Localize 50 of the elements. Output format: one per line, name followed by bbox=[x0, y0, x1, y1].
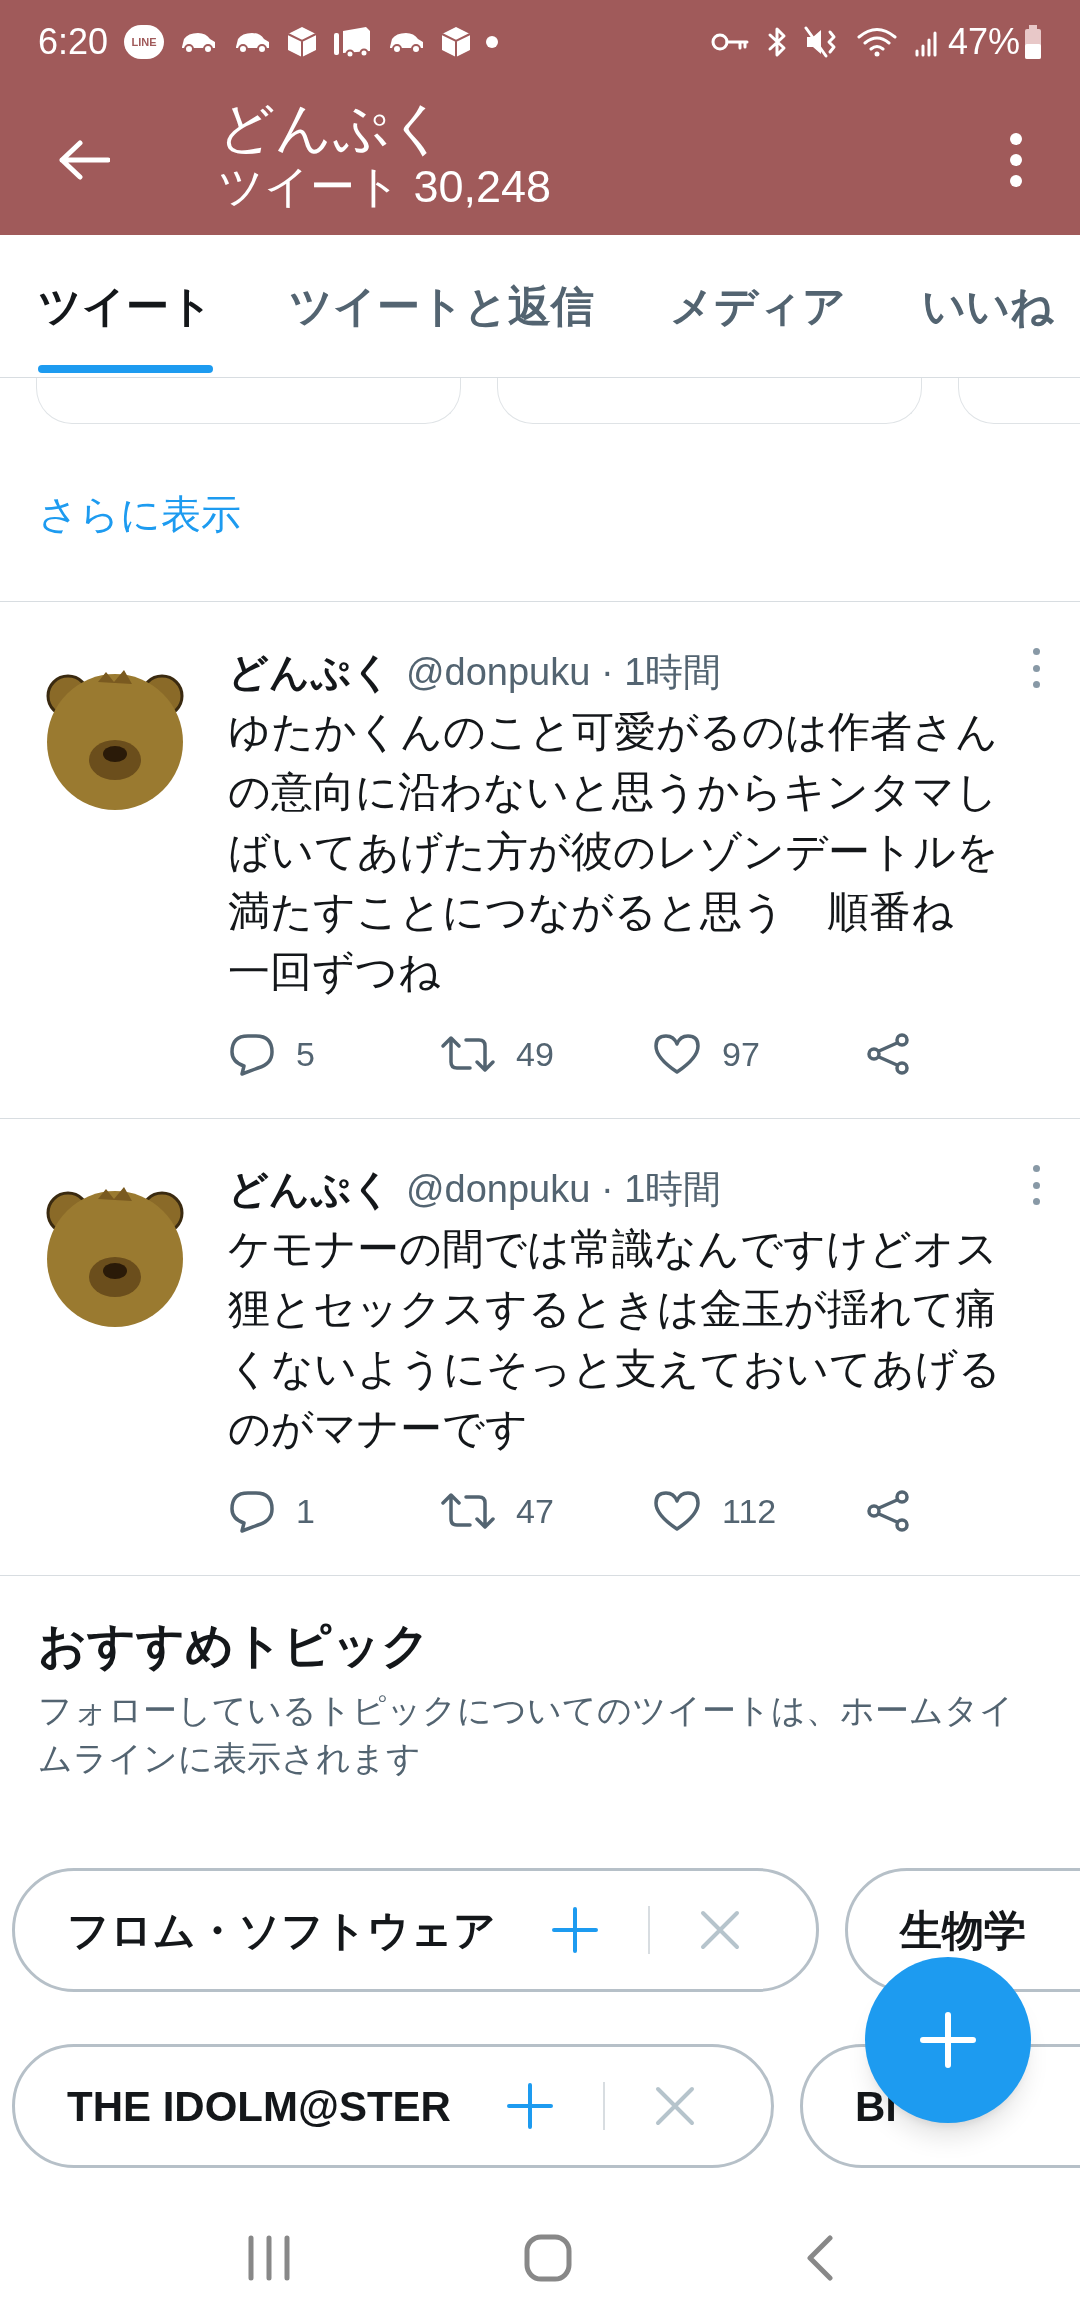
tweet-meta: @donpuku · 1時間 bbox=[406, 649, 722, 695]
key-icon bbox=[709, 31, 750, 53]
battery-icon bbox=[1024, 25, 1042, 59]
plus-icon[interactable] bbox=[506, 2083, 553, 2129]
heart-icon[interactable] bbox=[652, 1032, 702, 1076]
tab[interactable]: ツイートと返信 bbox=[289, 235, 594, 377]
author-name: どんぷく bbox=[228, 649, 392, 696]
heart-icon[interactable] bbox=[652, 1489, 702, 1533]
author-name: どんぷく bbox=[228, 1166, 392, 1213]
tab[interactable]: ツイート bbox=[38, 235, 213, 377]
share-icon[interactable] bbox=[864, 1489, 912, 1533]
close-icon[interactable] bbox=[700, 1910, 740, 1950]
topic-label: フロム・ソフトウェア bbox=[67, 1905, 496, 1956]
close-icon[interactable] bbox=[654, 2086, 695, 2126]
tweet-meta: @donpuku · 1時間 bbox=[406, 1166, 722, 1212]
retweet-count: 47 bbox=[516, 1490, 554, 1532]
box-icon bbox=[286, 25, 319, 59]
profile-name: どんぷく bbox=[218, 94, 447, 161]
retweet-icon[interactable] bbox=[440, 1491, 496, 1531]
section-title: おすすめトピック bbox=[38, 1618, 431, 1674]
topic-chip[interactable]: フロム・ソフトウェア bbox=[12, 1868, 819, 1992]
box-icon bbox=[440, 25, 473, 59]
topic-label: THE IDOLM@STER bbox=[67, 2081, 451, 2132]
reply-icon[interactable] bbox=[228, 1032, 276, 1076]
reply-count: 1 bbox=[296, 1490, 315, 1532]
status-time: 6:20 bbox=[38, 20, 109, 64]
tweet-count: ツイート 30,248 bbox=[218, 160, 553, 213]
share-icon[interactable] bbox=[864, 1032, 912, 1076]
tab[interactable]: メディア bbox=[670, 235, 846, 377]
bus-icon bbox=[332, 25, 373, 59]
battery-percent: 47% bbox=[947, 20, 1020, 64]
dot-icon bbox=[486, 36, 499, 48]
wifi-icon bbox=[855, 26, 898, 58]
like-count: 97 bbox=[722, 1033, 760, 1075]
retweet-icon[interactable] bbox=[440, 1034, 496, 1074]
tweet-text: ゆたかくんのこと可愛がるのは作者さんの意向に沿わないと思うからキンタマしばいてあげた方が彼のレゾンデートルを満たすことにつながると思う 順番ね bbox=[228, 707, 1000, 937]
topic-label: 生物学 bbox=[900, 1905, 1027, 1956]
retweet-count: 49 bbox=[516, 1033, 554, 1075]
back-nav-icon[interactable] bbox=[804, 2235, 835, 2281]
tweet-text: 一回ずつね bbox=[228, 947, 442, 997]
tweet-text: ケモナーの間では常識なんですけどオス狸とセックスするときは金玉が揺れて痛くないようにそっと支えておいてあげるのがマナーです bbox=[228, 1224, 1002, 1454]
like-count: 112 bbox=[722, 1490, 777, 1532]
topic-chip[interactable]: THE IDOLM@STER bbox=[12, 2044, 774, 2168]
section-subtitle: フォローしているトピックについてのツイートは、ホームタイムラインに表示されます bbox=[38, 1690, 1015, 1779]
tab[interactable]: いいね bbox=[922, 235, 1054, 377]
reply-icon[interactable] bbox=[228, 1489, 276, 1533]
plus-icon[interactable] bbox=[552, 1907, 598, 1953]
reply-count: 5 bbox=[296, 1033, 315, 1075]
home-icon[interactable] bbox=[523, 2233, 573, 2283]
chat-badge: LINE bbox=[124, 25, 165, 59]
